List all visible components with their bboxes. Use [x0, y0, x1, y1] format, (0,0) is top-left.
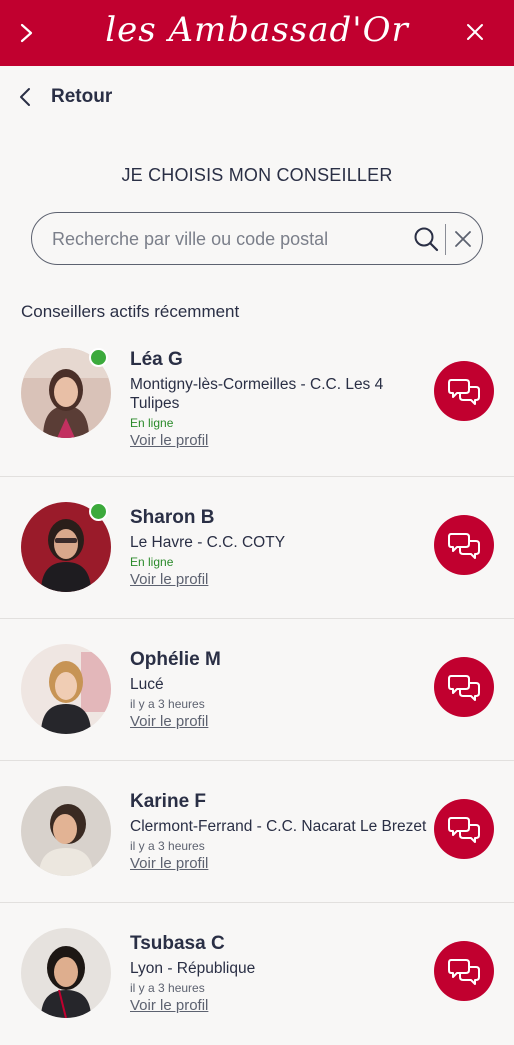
- view-profile-link[interactable]: Voir le profil: [130, 713, 208, 730]
- online-indicator: [89, 502, 108, 521]
- advisor-name: Karine F: [130, 791, 207, 812]
- advisor-row: Léa G Montigny-lès-Cormeilles - C.C. Les…: [0, 335, 514, 477]
- advisor-location: Lyon - République: [130, 960, 256, 977]
- advisor-row: Ophélie M Lucé il y a 3 heures Voir le p…: [0, 619, 514, 761]
- avatar: [21, 786, 111, 876]
- advisor-name: Léa G: [130, 349, 183, 370]
- back-label: Retour: [51, 86, 113, 107]
- chat-bubbles-icon: [448, 817, 480, 843]
- advisor-location: Le Havre - C.C. COTY: [130, 534, 286, 551]
- chat-bubbles-icon: [448, 675, 480, 701]
- advisor-row: Sharon B Le Havre - C.C. COTY En ligne V…: [0, 477, 514, 619]
- view-profile-link[interactable]: Voir le profil: [130, 432, 208, 449]
- advisor-location: Lucé: [130, 676, 164, 693]
- chat-button[interactable]: [434, 941, 494, 1001]
- avatar: [21, 928, 111, 1018]
- search-input[interactable]: [52, 227, 412, 251]
- back-link[interactable]: Retour: [0, 66, 514, 128]
- brand-logo: les Ambassad'Or: [105, 10, 409, 50]
- view-profile-link[interactable]: Voir le profil: [130, 571, 208, 588]
- chat-button[interactable]: [434, 657, 494, 717]
- online-indicator: [89, 348, 108, 367]
- chat-button[interactable]: [434, 799, 494, 859]
- avatar: [21, 644, 111, 734]
- advisor-status: il y a 3 heures: [130, 981, 205, 995]
- top-bar: les Ambassad'Or: [0, 0, 514, 66]
- chat-bubbles-icon: [448, 533, 480, 559]
- search-icon[interactable]: [412, 225, 440, 253]
- view-profile-link[interactable]: Voir le profil: [130, 855, 208, 872]
- chevron-left-icon: [20, 88, 30, 106]
- advisor-location: Montigny-lès-Cormeilles - C.C. Les 4 Tul…: [130, 376, 384, 412]
- advisor-status: il y a 3 heures: [130, 839, 205, 853]
- advisor-status: En ligne: [130, 555, 174, 569]
- advisor-name: Tsubasa C: [130, 933, 225, 954]
- advisor-location: Clermont-Ferrand - C.C. Nacarat Le Breze…: [130, 818, 427, 835]
- clear-icon[interactable]: [450, 226, 476, 252]
- chat-button[interactable]: [434, 515, 494, 575]
- search-box: [31, 212, 483, 265]
- section-title: Conseillers actifs récemment: [21, 302, 240, 321]
- close-icon[interactable]: [462, 19, 488, 45]
- chat-button[interactable]: [434, 361, 494, 421]
- advisor-row: Tsubasa C Lyon - République il y a 3 heu…: [0, 903, 514, 1045]
- advisor-status: il y a 3 heures: [130, 697, 205, 711]
- view-profile-link[interactable]: Voir le profil: [130, 997, 208, 1014]
- chat-bubbles-icon: [448, 379, 480, 405]
- advisor-status: En ligne: [130, 416, 174, 430]
- advisor-name: Ophélie M: [130, 649, 221, 670]
- advisor-row: Karine F Clermont-Ferrand - C.C. Nacarat…: [0, 761, 514, 903]
- chat-bubbles-icon: [448, 959, 480, 985]
- page-title: JE CHOISIS MON CONSEILLER: [121, 165, 393, 185]
- advisor-name: Sharon B: [130, 507, 215, 528]
- search-divider: [445, 224, 446, 255]
